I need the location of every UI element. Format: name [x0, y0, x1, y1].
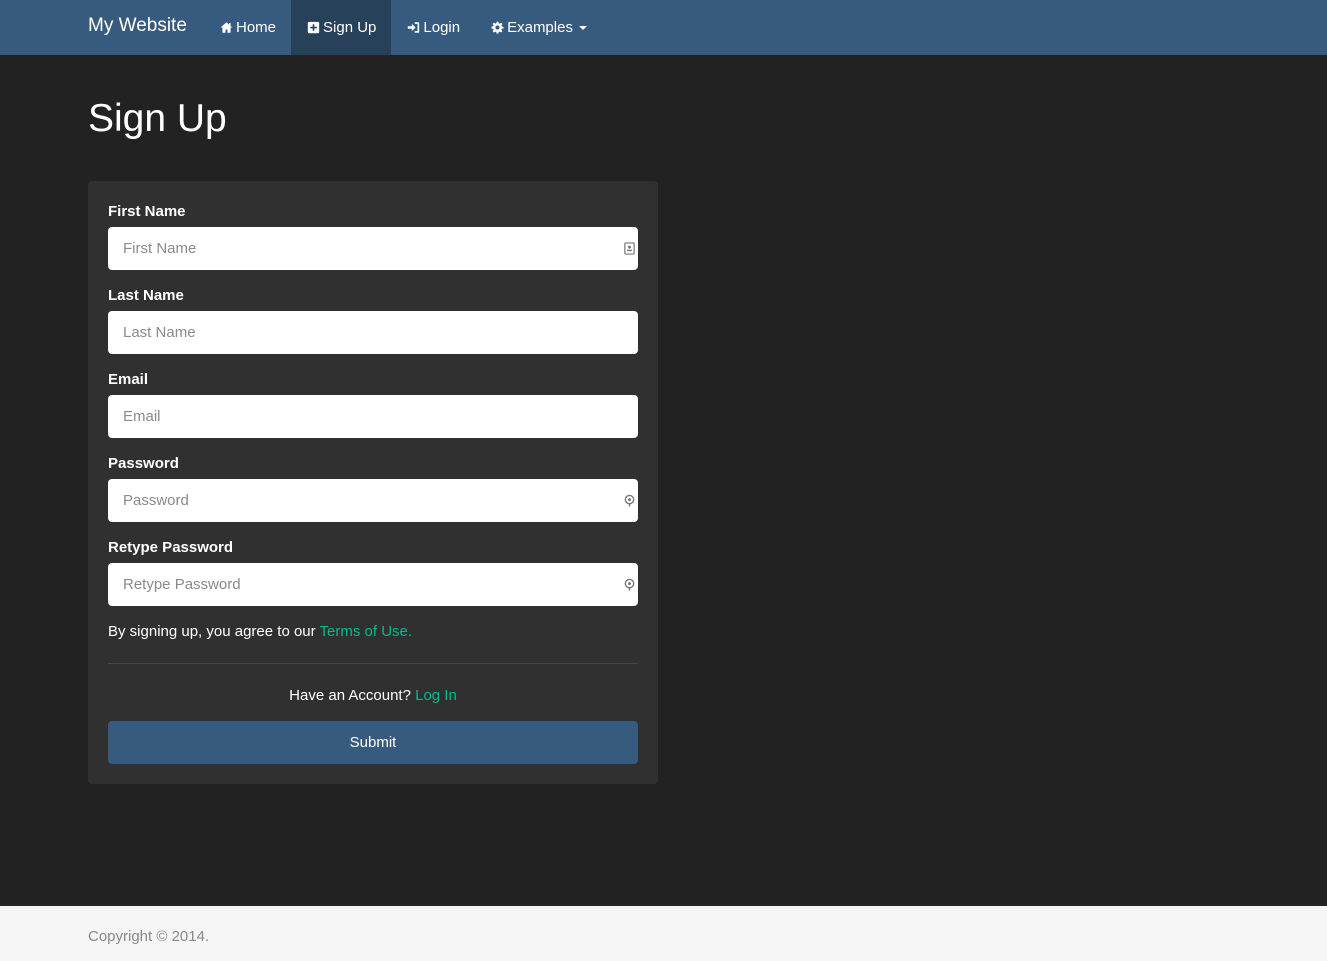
last-name-label: Last Name: [108, 287, 184, 304]
email-input[interactable]: [108, 395, 638, 438]
have-account-row: Have an Account? Log In: [88, 687, 658, 705]
sign-in-icon: [406, 21, 420, 35]
terms-notice: By signing up, you agree to our Terms of…: [108, 623, 412, 641]
password-input[interactable]: [108, 479, 638, 522]
page-title: Sign Up: [88, 97, 227, 140]
first-name-label: First Name: [108, 203, 186, 220]
footer: Copyright © 2014.: [0, 906, 1327, 961]
terms-of-use-link[interactable]: Terms of Use.: [320, 623, 413, 640]
nav-item-home[interactable]: Home: [204, 0, 291, 55]
email-label: Email: [108, 371, 149, 388]
terms-text: By signing up, you agree to our: [108, 623, 316, 640]
nav-item-sign-up[interactable]: Sign Up: [291, 0, 392, 55]
have-account-text: Have an Account?: [289, 687, 411, 704]
first-name-field-wrap: [108, 227, 638, 270]
nav-label-home: Home: [236, 19, 277, 36]
chevron-down-icon: [578, 25, 587, 30]
home-icon: [219, 21, 233, 35]
nav-menu: Home Sign Up Login Examples: [204, 0, 602, 55]
password-key-icon[interactable]: [622, 493, 636, 507]
submit-button[interactable]: Submit: [108, 721, 638, 764]
first-name-input[interactable]: [108, 227, 638, 270]
nav-label-examples: Examples: [507, 19, 573, 36]
navbar: My Website Home Sign Up Login Examples: [0, 0, 1327, 55]
contact-card-icon[interactable]: [622, 241, 636, 255]
signup-form-panel: First Name Last Name Email Password Rety…: [88, 181, 658, 784]
password-label: Password: [108, 455, 179, 472]
login-link[interactable]: Log In: [415, 687, 457, 704]
password-field-wrap: [108, 479, 638, 522]
plus-square-icon: [306, 21, 320, 35]
nav-label-login: Login: [423, 19, 461, 36]
retype-password-field-wrap: [108, 563, 638, 606]
nav-label-sign-up: Sign Up: [323, 19, 377, 36]
gear-icon: [490, 21, 504, 35]
nav-item-examples[interactable]: Examples: [475, 0, 602, 55]
brand-link[interactable]: My Website: [88, 13, 187, 39]
divider: [108, 663, 638, 664]
password-key-icon[interactable]: [622, 577, 636, 591]
retype-password-input[interactable]: [108, 563, 638, 606]
retype-password-label: Retype Password: [108, 539, 234, 556]
nav-item-login[interactable]: Login: [391, 0, 475, 55]
copyright-text: Copyright © 2014.: [88, 928, 210, 945]
last-name-input[interactable]: [108, 311, 638, 354]
